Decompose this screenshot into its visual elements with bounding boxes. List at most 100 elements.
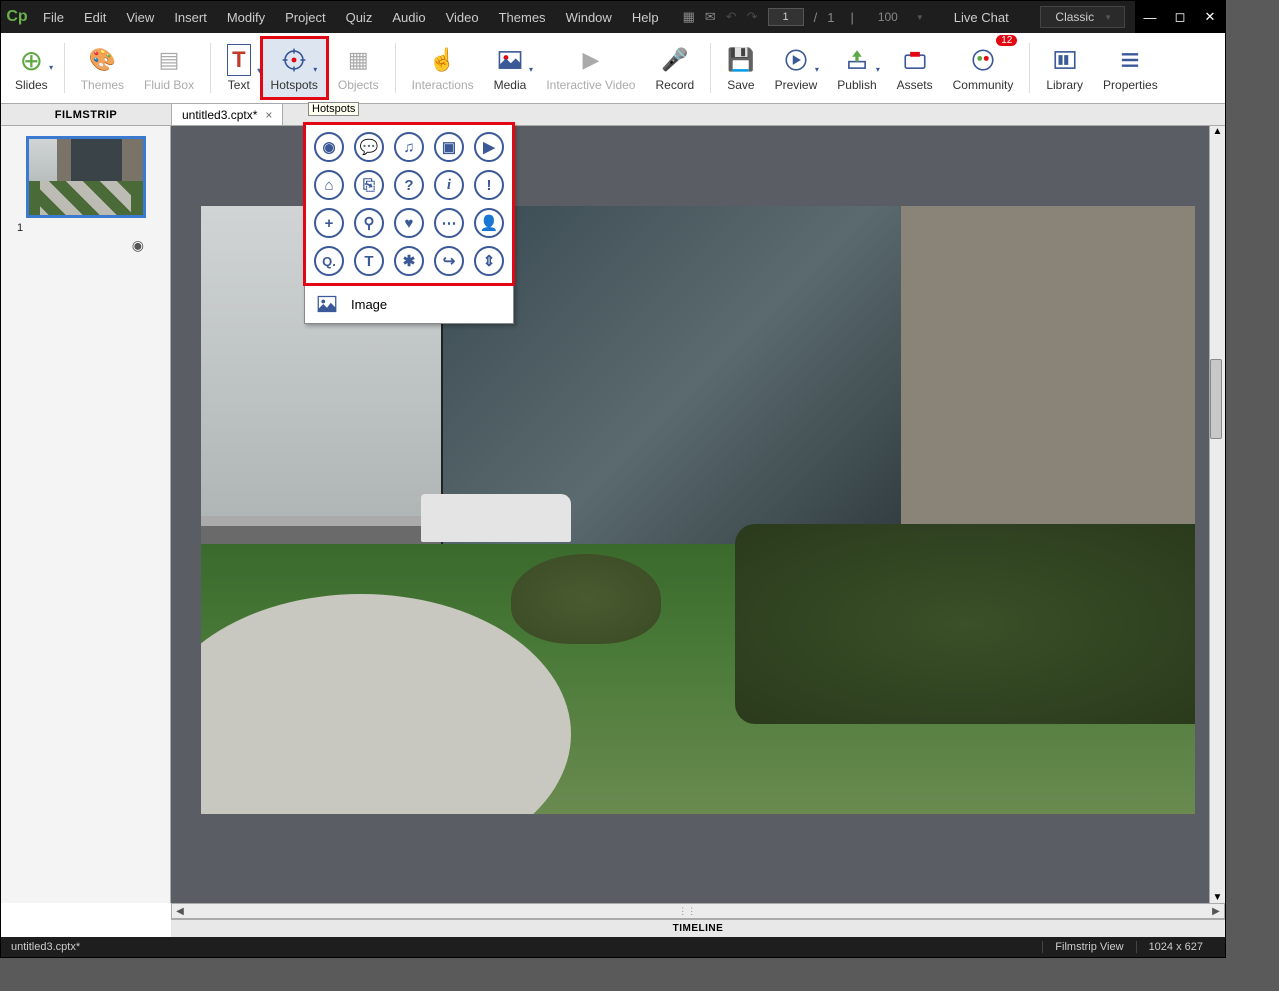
filmstrip-panel-label: FILMSTRIP — [1, 104, 171, 125]
publish-icon: ▾ — [844, 44, 870, 76]
scroll-left-icon[interactable]: ◀ — [172, 906, 188, 917]
menu-audio[interactable]: Audio — [382, 1, 435, 33]
menu-project[interactable]: Project — [275, 1, 335, 33]
menu-video[interactable]: Video — [436, 1, 489, 33]
hotspot-home-icon[interactable]: ⌂ — [314, 170, 344, 200]
hotspot-alert-icon[interactable]: ! — [474, 170, 504, 200]
hotspot-info-icon[interactable]: i — [434, 170, 464, 200]
tool-text[interactable]: T▾ Text — [217, 37, 260, 99]
community-icon — [970, 44, 996, 76]
community-badge: 12 — [996, 35, 1017, 46]
assets-icon — [902, 44, 928, 76]
redo-icon[interactable]: ↷ — [747, 9, 758, 25]
hotspot-text-icon[interactable]: T — [354, 246, 384, 276]
library-icon — [1052, 44, 1078, 76]
tool-interactive-video[interactable]: ▶ Interactive Video — [536, 37, 645, 99]
window-maximize-button[interactable]: ◻ — [1165, 1, 1195, 33]
tool-publish[interactable]: ▾ Publish — [827, 37, 886, 99]
plus-circle-icon: ⊕▾ — [20, 44, 43, 76]
workspace: 1 ◉ ▲ ▼ — [1, 126, 1225, 903]
status-dimensions: 1024 x 627 — [1136, 941, 1215, 953]
close-tab-icon[interactable]: × — [265, 108, 272, 122]
timeline-panel-header[interactable]: TIMELINE — [171, 919, 1225, 937]
live-chat-link[interactable]: Live Chat — [954, 10, 1009, 25]
menu-themes[interactable]: Themes — [489, 1, 556, 33]
menu-window[interactable]: Window — [556, 1, 622, 33]
hotspot-exit-icon[interactable]: ⎘ — [354, 170, 384, 200]
page-divider: | — [850, 10, 853, 25]
menu-insert[interactable]: Insert — [164, 1, 217, 33]
hotspot-forward-icon[interactable]: ↪ — [434, 246, 464, 276]
tool-record[interactable]: 🎤 Record — [645, 37, 704, 99]
vertical-scrollbar[interactable]: ▲ ▼ — [1209, 126, 1225, 903]
tool-interactions[interactable]: ☝ Interactions — [402, 37, 484, 99]
mail-icon[interactable]: ✉ — [705, 9, 716, 25]
menu-view[interactable]: View — [116, 1, 164, 33]
hotspot-plus-icon[interactable]: + — [314, 208, 344, 238]
undo-icon[interactable]: ↶ — [726, 9, 737, 25]
play-icon: ▾ — [783, 44, 809, 76]
hotspot-updown-icon[interactable]: ⇕ — [474, 246, 504, 276]
tool-slides[interactable]: ⊕▾ Slides — [5, 37, 58, 99]
hotspots-dropdown-panel: ◉ 💬 ♫ ▣ ▶ ⌂ ⎘ ? i ! + ⚲ ♥ ⋯ 👤 Q. T ✱ ↪ ⇕… — [304, 123, 514, 324]
workspace-selector[interactable]: Classic ▼ — [1040, 6, 1125, 28]
hotspot-play-icon[interactable]: ▶ — [474, 132, 504, 162]
scroll-right-icon[interactable]: ▶ — [1208, 906, 1224, 917]
page-total: 1 — [827, 10, 834, 25]
hotspot-music-icon[interactable]: ♫ — [394, 132, 424, 162]
hotspot-icon-grid: ◉ 💬 ♫ ▣ ▶ ⌂ ⎘ ? i ! + ⚲ ♥ ⋯ 👤 Q. T ✱ ↪ ⇕ — [305, 124, 513, 284]
menu-quiz[interactable]: Quiz — [336, 1, 383, 33]
vr-indicator-icon: ◉ — [132, 237, 144, 254]
hand-icon: ☝ — [429, 44, 456, 76]
sync-icon[interactable]: ▦ — [683, 9, 695, 25]
tool-save[interactable]: 💾 Save — [717, 37, 764, 99]
tool-objects[interactable]: ▦ Objects — [328, 37, 389, 99]
tool-properties[interactable]: Properties — [1093, 37, 1168, 99]
hotspot-more-icon[interactable]: ⋯ — [434, 208, 464, 238]
menu-edit[interactable]: Edit — [74, 1, 116, 33]
status-bar: untitled3.cptx* Filmstrip View 1024 x 62… — [1, 937, 1225, 957]
file-tab-label: untitled3.cptx* — [182, 108, 257, 122]
hotspot-location-icon[interactable]: ⚲ — [354, 208, 384, 238]
media-icon: ▾ — [497, 44, 523, 76]
main-toolbar: ⊕▾ Slides 🎨 Themes ▤ Fluid Box T▾ Text ▾… — [1, 33, 1225, 104]
hotspot-image-icon[interactable]: ▣ — [434, 132, 464, 162]
hotspot-target-icon[interactable]: ◉ — [314, 132, 344, 162]
hotspot-bulb-icon[interactable]: ♥ — [394, 208, 424, 238]
tool-media[interactable]: ▾ Media — [484, 37, 537, 99]
hotspot-image-option[interactable]: Image — [305, 284, 513, 323]
properties-icon — [1117, 44, 1143, 76]
hotspot-person-icon[interactable]: 👤 — [474, 208, 504, 238]
hotspot-question-icon[interactable]: ? — [394, 170, 424, 200]
microphone-icon: 🎤 — [661, 44, 688, 76]
scroll-down-icon[interactable]: ▼ — [1210, 892, 1225, 903]
image-icon — [317, 295, 337, 313]
slide-thumbnail-1[interactable] — [26, 136, 146, 218]
tool-preview[interactable]: ▾ Preview — [765, 37, 828, 99]
hotspot-asterisk-icon[interactable]: ✱ — [394, 246, 424, 276]
status-view: Filmstrip View — [1042, 941, 1135, 953]
tool-hotspots[interactable]: ▾ Hotspots — [261, 37, 328, 99]
menu-file[interactable]: File — [33, 1, 74, 33]
tool-fluid-box[interactable]: ▤ Fluid Box — [134, 37, 204, 99]
window-close-button[interactable]: ✕ — [1195, 1, 1225, 33]
tool-community[interactable]: Community 12 — [943, 37, 1024, 99]
scroll-up-icon[interactable]: ▲ — [1210, 126, 1225, 137]
hotspot-icon: ▾ — [281, 44, 307, 76]
workspace-label: Classic — [1055, 10, 1094, 24]
tool-assets[interactable]: Assets — [887, 37, 943, 99]
page-current-input[interactable] — [768, 8, 804, 26]
window-minimize-button[interactable]: — — [1135, 1, 1165, 33]
hotspot-search-icon[interactable]: Q. — [314, 246, 344, 276]
menu-modify[interactable]: Modify — [217, 1, 275, 33]
zoom-dropdown-icon[interactable]: ▼ — [916, 13, 924, 22]
menu-bar: Cp File Edit View Insert Modify Project … — [1, 1, 1225, 33]
file-tab[interactable]: untitled3.cptx* × — [171, 103, 283, 125]
tool-themes[interactable]: 🎨 Themes — [71, 37, 134, 99]
hotspot-speech-icon[interactable]: 💬 — [354, 132, 384, 162]
horizontal-scrollbar[interactable]: ◀ ⋮⋮ ▶ — [171, 903, 1225, 919]
menu-help[interactable]: Help — [622, 1, 669, 33]
chevron-down-icon: ▼ — [1104, 13, 1112, 22]
tool-library[interactable]: Library — [1036, 37, 1093, 99]
save-icon: 💾 — [727, 44, 754, 76]
